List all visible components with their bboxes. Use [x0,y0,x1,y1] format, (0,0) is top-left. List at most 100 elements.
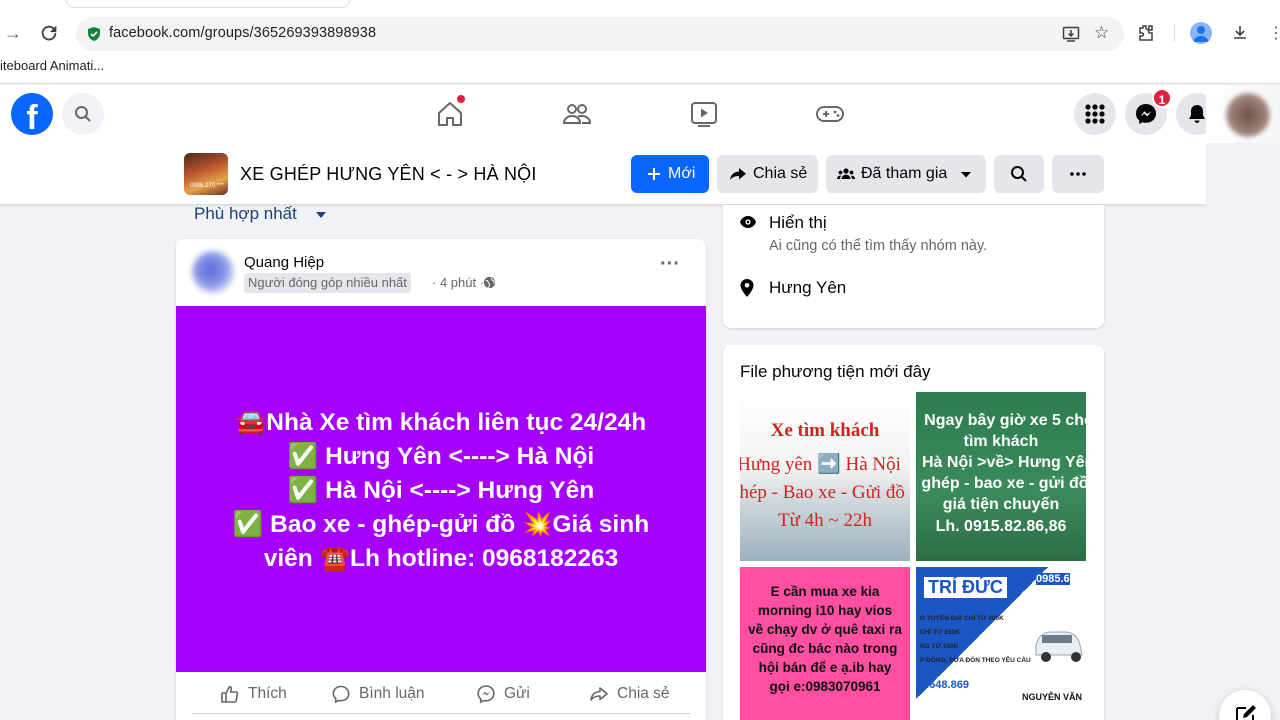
thumb-text: NGUYỄN VĂN [1022,692,1083,702]
post-text-banner[interactable]: 🚘Nhà Xe tìm khách liên tục 24/24h ✅ Hưng… [176,306,706,672]
thumb-text: 5.648.869 [920,679,969,691]
menu-grid-button[interactable] [1074,93,1116,135]
caret-down-icon [961,172,971,178]
post-timestamp[interactable]: · 4 phút · [432,275,484,290]
share-arrow-icon [730,168,746,180]
address-bar[interactable]: facebook.com/groups/365269393898938 ☆ [76,17,1124,51]
friends-icon[interactable] [561,98,593,130]
post-options-icon[interactable]: ··· [658,254,682,281]
location-pin-icon [740,279,754,297]
group-more-button[interactable] [1052,155,1104,193]
thumb-text: Ngay bây giờ xe 5 chỗ [924,412,1086,429]
group-search-button[interactable] [994,155,1044,193]
visibility-title: Hiển thị [769,213,827,232]
thumb-text: ghép - Bao xe - Gửi đồ [740,482,905,503]
more-dots-icon [1070,172,1086,176]
new-message-button[interactable] [1219,690,1271,720]
thumb-text: P ĐỒNG, ĐƯA ĐÓN THEO YÊU CẦU [920,657,1031,664]
group-cover-thumbnail[interactable]: 0986.270.*** [184,153,228,195]
post-card: Quang Hiệp Người đóng góp nhiều nhất · 4… [176,239,706,720]
group-title[interactable]: XE GHÉP HƯNG YÊN < - > HÀ NỘI [240,164,537,185]
joined-label: Đã tham gia [861,165,948,182]
post-author[interactable]: Quang Hiệp [244,254,324,271]
messenger-send-icon [477,685,495,704]
thumb-text: 0985.6 [1036,573,1070,585]
thumb-text: hội bán để e ạ.ib hay [758,660,892,675]
like-button[interactable]: Thích [220,683,310,705]
car-icon [1035,631,1083,662]
media-thumbnail[interactable]: TRÍ ĐỨC 0985.6 O TUYẾN GIÁ CHỈ TỪ 400K C… [916,567,1086,720]
bookmark-item[interactable]: iteboard Animati... [0,58,104,73]
media-thumbnail[interactable]: E cần mua xe kia morning i10 hay vios về… [740,567,910,720]
joined-button[interactable]: Đã tham gia [826,155,986,193]
browser-toolbar: → facebook.com/groups/365269393898938 ☆ … [0,0,1280,84]
browser-tab[interactable] [66,0,350,8]
group-about-card: Hiển thị Ai cũng có thể tìm thấy nhóm nà… [723,205,1104,328]
thumb-text: TRÍ ĐỨC [924,577,1007,598]
plus-icon [648,168,660,180]
like-label: Thích [248,685,287,702]
thumb-text: CHỈ TỪ 150K [920,629,960,636]
grid-icon [1085,104,1105,124]
toolbar-divider [1174,24,1175,42]
eye-icon [740,216,756,228]
reload-icon[interactable] [38,22,60,44]
members-icon [837,168,855,179]
search-icon [75,106,91,122]
share-group-button[interactable]: Chia sẻ [717,155,818,193]
account-avatar[interactable] [1226,93,1270,137]
banner-line: viên ☎️Lh hotline: 0968182263 [263,545,619,572]
banner-line: ✅ Hưng Yên <----> Hà Nội [287,443,595,470]
banner-line: ✅ Bao xe - ghép-gửi đồ 💥Giá sinh [232,511,650,538]
new-post-button[interactable]: Mới [631,155,709,193]
thumb-text: Hà Nội >về> Hưng Yên [922,454,1086,471]
thumb-text: NG TỪ 100K [920,643,959,650]
recent-media-title: File phương tiện mới đây [740,362,931,381]
new-post-label: Mới [668,165,696,182]
compose-icon [1236,705,1256,720]
browser-menu-icon[interactable]: ⋮ [1268,23,1280,43]
action-divider [192,713,690,714]
home-notification-dot [457,95,465,103]
recent-media-card: File phương tiện mới đây Xe tìm khách Hư… [723,345,1104,720]
url-text[interactable]: facebook.com/groups/365269393898938 [109,25,376,41]
banner-line: 🚘Nhà Xe tìm khách liên tục 24/24h [235,409,647,436]
share-label: Chia sẻ [617,685,670,702]
facebook-logo-icon[interactable]: f [11,93,53,135]
thumb-text: Xe tìm khách [770,420,880,441]
thumb-text: giá tiện chuyến [942,496,1060,513]
forward-arrow-icon[interactable]: → [2,22,24,44]
thumb-text: Lh. 0915.82.86,86 [935,518,1067,535]
messenger-badge: 1 [1152,88,1172,108]
download-icon[interactable] [1230,23,1250,43]
gaming-icon[interactable] [814,98,846,130]
share-icon [590,687,608,701]
banner-line: ✅ Hà Nội <----> Hưng Yên [287,477,595,504]
thumb-text: morning i10 hay vios [757,603,893,618]
author-avatar[interactable] [192,251,234,293]
browser-profile-icon[interactable] [1190,22,1212,44]
top-contributor-badge[interactable]: Người đóng góp nhiều nhất [244,273,411,293]
sort-dropdown[interactable]: Phù hợp nhất [194,204,297,224]
extensions-icon[interactable] [1136,23,1156,43]
globe-icon [483,276,496,289]
facebook-search-button[interactable] [62,93,104,135]
media-thumbnail[interactable]: Xe tìm khách Hưng yên ➡️ Hà Nội ghép - B… [740,392,910,561]
thumb-text: Hưng yên ➡️ Hà Nội [740,454,901,475]
site-info-icon[interactable] [86,26,102,42]
visibility-description: Ai cũng có thể tìm thấy nhóm này. [769,238,988,254]
media-thumbnail[interactable]: Ngay bây giờ xe 5 chỗ tìm khách Hà Nội >… [916,392,1086,561]
comment-button[interactable]: Bình luận [331,683,441,705]
install-app-icon[interactable] [1062,25,1080,43]
send-button[interactable]: Gửi [476,683,546,705]
banner-text: 🚘Nhà Xe tìm khách liên tục 24/24h ✅ Hưng… [176,406,706,576]
location-text[interactable]: Hưng Yên [769,278,846,298]
share-label: Chia sẻ [753,165,808,182]
bookmark-star-icon[interactable]: ☆ [1094,24,1112,42]
share-post-button[interactable]: Chia sẻ [589,683,679,705]
thumbs-up-icon [221,685,239,703]
thumb-text: E cần mua xe kia [770,584,880,599]
video-icon[interactable] [688,98,720,130]
sort-caret-icon[interactable] [316,211,326,219]
search-icon [1011,166,1027,182]
